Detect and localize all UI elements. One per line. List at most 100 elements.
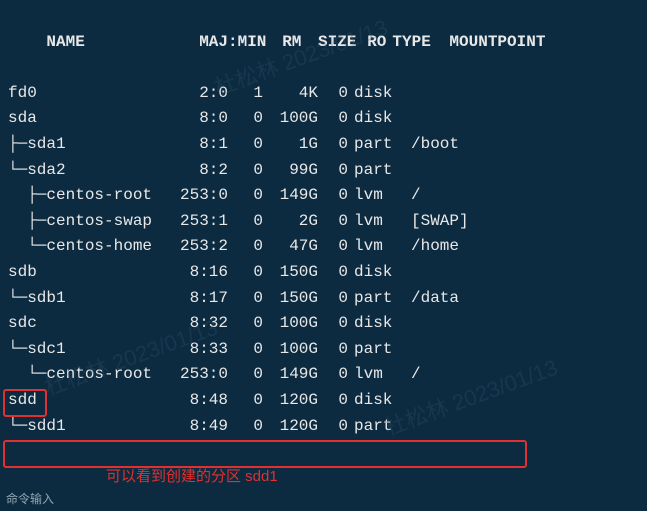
cell-type: lvm	[348, 362, 409, 388]
cell-size: 1G	[263, 132, 318, 158]
cell-ro: 0	[318, 388, 348, 414]
col-type: TYPE	[386, 30, 447, 56]
cell-name: └─centos-root	[8, 362, 158, 388]
cell-type: lvm	[348, 234, 409, 260]
cell-name: sdb	[8, 260, 158, 286]
table-row: fd02:014K0disk	[8, 81, 639, 107]
cell-name: ├─centos-root	[8, 183, 158, 209]
cell-size: 100G	[263, 311, 318, 337]
cell-size: 150G	[263, 286, 318, 312]
cell-majmin: 253:0	[158, 362, 228, 388]
table-row: sdd8:480120G0disk	[8, 388, 639, 414]
cell-type: disk	[348, 260, 409, 286]
cell-majmin: 8:17	[158, 286, 228, 312]
table-header: NAMEMAJ:MINRMSIZEROTYPEMOUNTPOINT	[8, 4, 639, 81]
cell-rm: 0	[228, 388, 263, 414]
cell-name: ├─centos-swap	[8, 209, 158, 235]
table-row: └─sda28:2099G0part	[8, 158, 639, 184]
cell-ro: 0	[318, 337, 348, 363]
cell-size: 100G	[263, 106, 318, 132]
terminal-window: 杜松林 2023/01/13 杜松林 2023/01/13 杜松林 2023/0…	[0, 0, 647, 511]
cell-name: └─sda2	[8, 158, 158, 184]
cell-rm: 0	[228, 106, 263, 132]
cell-majmin: 2:0	[158, 81, 228, 107]
cell-majmin: 253:2	[158, 234, 228, 260]
cell-mountpoint: /	[409, 183, 421, 209]
cell-rm: 0	[228, 414, 263, 440]
table-row: ├─centos-root253:00149G0lvm/	[8, 183, 639, 209]
cell-size: 100G	[263, 337, 318, 363]
highlight-sdd1-row	[3, 440, 527, 468]
cell-majmin: 8:16	[158, 260, 228, 286]
cell-ro: 0	[318, 106, 348, 132]
cell-name: └─sdb1	[8, 286, 158, 312]
cell-majmin: 8:49	[158, 414, 228, 440]
cell-size: 120G	[263, 388, 318, 414]
table-row: └─centos-root253:00149G0lvm/	[8, 362, 639, 388]
cell-type: lvm	[348, 183, 409, 209]
table-row: └─sdc18:330100G0part	[8, 337, 639, 363]
cell-majmin: 8:2	[158, 158, 228, 184]
table-row: sdc8:320100G0disk	[8, 311, 639, 337]
cell-mountpoint: /home	[409, 234, 459, 260]
cell-rm: 0	[228, 337, 263, 363]
table-row: └─sdd18:490120G0part	[8, 414, 639, 440]
cell-rm: 0	[228, 209, 263, 235]
cell-type: part	[348, 337, 409, 363]
cell-type: part	[348, 286, 409, 312]
cell-rm: 0	[228, 158, 263, 184]
cell-rm: 0	[228, 260, 263, 286]
cell-type: part	[348, 158, 409, 184]
cell-name: fd0	[8, 81, 158, 107]
cell-mountpoint: /	[409, 362, 421, 388]
cell-mountpoint: /data	[409, 286, 459, 312]
cell-rm: 0	[228, 286, 263, 312]
cell-name: └─sdd1	[8, 414, 158, 440]
cell-type: disk	[348, 81, 409, 107]
cell-mountpoint: [SWAP]	[409, 209, 469, 235]
cell-size: 4K	[263, 81, 318, 107]
cell-ro: 0	[318, 183, 348, 209]
cell-rm: 0	[228, 234, 263, 260]
table-row: ├─sda18:101G0part/boot	[8, 132, 639, 158]
col-mountpoint: MOUNTPOINT	[447, 30, 545, 56]
cell-rm: 0	[228, 132, 263, 158]
cell-size: 149G	[263, 362, 318, 388]
col-ro: RO	[356, 30, 386, 56]
col-majmin: MAJ:MIN	[196, 30, 266, 56]
cell-majmin: 8:1	[158, 132, 228, 158]
cell-name: sdc	[8, 311, 158, 337]
cell-majmin: 253:1	[158, 209, 228, 235]
cell-size: 120G	[263, 414, 318, 440]
cell-name: sda	[8, 106, 158, 132]
col-size: SIZE	[301, 30, 356, 56]
cell-ro: 0	[318, 132, 348, 158]
cell-rm: 0	[228, 362, 263, 388]
cell-rm: 0	[228, 311, 263, 337]
cell-ro: 0	[318, 234, 348, 260]
cell-ro: 0	[318, 260, 348, 286]
cell-ro: 0	[318, 209, 348, 235]
cell-majmin: 8:32	[158, 311, 228, 337]
cell-ro: 0	[318, 158, 348, 184]
cell-type: disk	[348, 106, 409, 132]
cell-type: lvm	[348, 209, 409, 235]
cell-majmin: 8:33	[158, 337, 228, 363]
table-body: fd02:014K0disksda8:00100G0disk├─sda18:10…	[8, 81, 639, 439]
cell-majmin: 8:0	[158, 106, 228, 132]
cell-ro: 0	[318, 414, 348, 440]
cell-ro: 0	[318, 286, 348, 312]
cell-type: part	[348, 414, 409, 440]
cell-size: 149G	[263, 183, 318, 209]
cell-size: 47G	[263, 234, 318, 260]
cell-type: disk	[348, 311, 409, 337]
cell-rm: 1	[228, 81, 263, 107]
cell-size: 150G	[263, 260, 318, 286]
cell-type: disk	[348, 388, 409, 414]
cell-mountpoint: /boot	[409, 132, 459, 158]
cell-size: 99G	[263, 158, 318, 184]
table-row: └─centos-home253:2047G0lvm/home	[8, 234, 639, 260]
cell-ro: 0	[318, 362, 348, 388]
cell-name: ├─sda1	[8, 132, 158, 158]
status-bar-text: 命令输入	[6, 490, 54, 509]
